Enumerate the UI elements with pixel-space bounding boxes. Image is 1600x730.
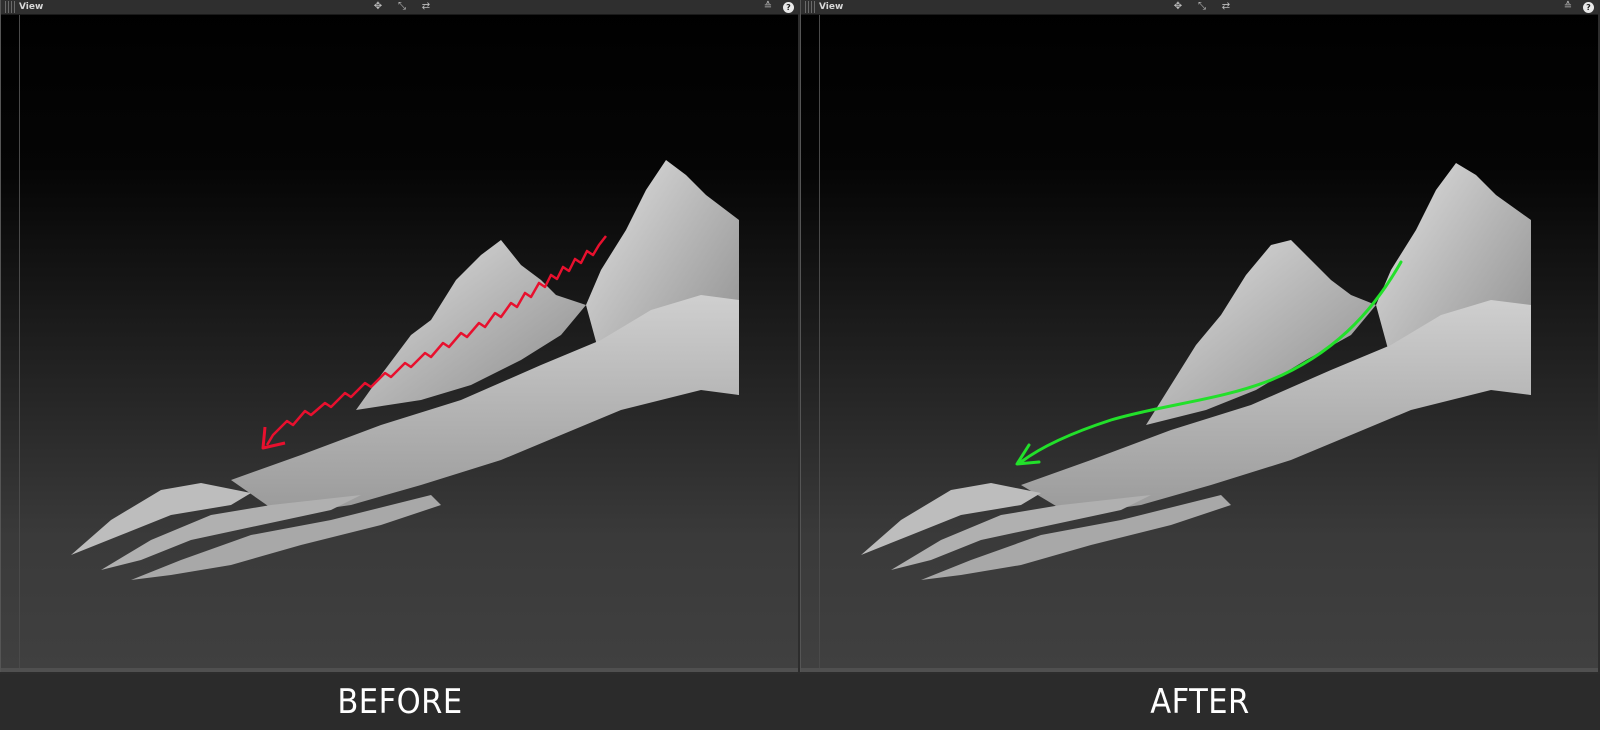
viewport-titlebar[interactable]: View ✥ ⤡ ⇄ ≙ ? bbox=[801, 0, 1598, 15]
grip-icon[interactable] bbox=[5, 1, 15, 13]
viewport-after[interactable]: View ✥ ⤡ ⇄ ≙ ? bbox=[800, 0, 1598, 672]
rotate-icon[interactable]: ⇄ bbox=[1219, 1, 1233, 13]
arrow-zigzag-head bbox=[261, 426, 286, 450]
layers-icon[interactable]: ≙ bbox=[761, 1, 775, 13]
arrow-smooth-head bbox=[1015, 443, 1041, 466]
help-icon[interactable]: ? bbox=[1583, 1, 1594, 13]
terrain-render bbox=[861, 163, 1531, 580]
viewport-toolbar-right: ≙ ? bbox=[761, 1, 794, 13]
viewport-toolbar: ✥ ⤡ ⇄ bbox=[371, 1, 433, 13]
viewport-before[interactable]: View ✥ ⤡ ⇄ ≙ ? bbox=[0, 0, 798, 672]
caption-after: AFTER bbox=[1150, 682, 1250, 722]
terrain-render bbox=[71, 160, 739, 580]
grip-icon[interactable] bbox=[805, 1, 815, 13]
move-icon[interactable]: ✥ bbox=[1171, 1, 1185, 13]
viewport-bottom-strip bbox=[1, 668, 798, 672]
viewport-title: View bbox=[819, 2, 844, 12]
viewport-titlebar[interactable]: View ✥ ⤡ ⇄ ≙ ? bbox=[1, 0, 798, 15]
viewport-toolbar-right: ≙ ? bbox=[1561, 1, 1594, 13]
help-icon[interactable]: ? bbox=[783, 1, 794, 13]
viewport-bottom-strip bbox=[801, 668, 1598, 672]
rotate-icon[interactable]: ⇄ bbox=[419, 1, 433, 13]
comparison-stage: View ✥ ⤡ ⇄ ≙ ? View ✥ ⤡ ⇄ ≙ ? BEFORE AFT… bbox=[0, 0, 1600, 730]
move-icon[interactable]: ✥ bbox=[371, 1, 385, 13]
viewport-toolbar: ✥ ⤡ ⇄ bbox=[1171, 1, 1233, 13]
scale-icon[interactable]: ⤡ bbox=[1195, 1, 1209, 13]
layers-icon[interactable]: ≙ bbox=[1561, 1, 1575, 13]
viewport-title: View bbox=[19, 2, 44, 12]
caption-before: BEFORE bbox=[337, 682, 463, 722]
scale-icon[interactable]: ⤡ bbox=[395, 1, 409, 13]
caption-bar: BEFORE AFTER bbox=[0, 674, 1600, 730]
